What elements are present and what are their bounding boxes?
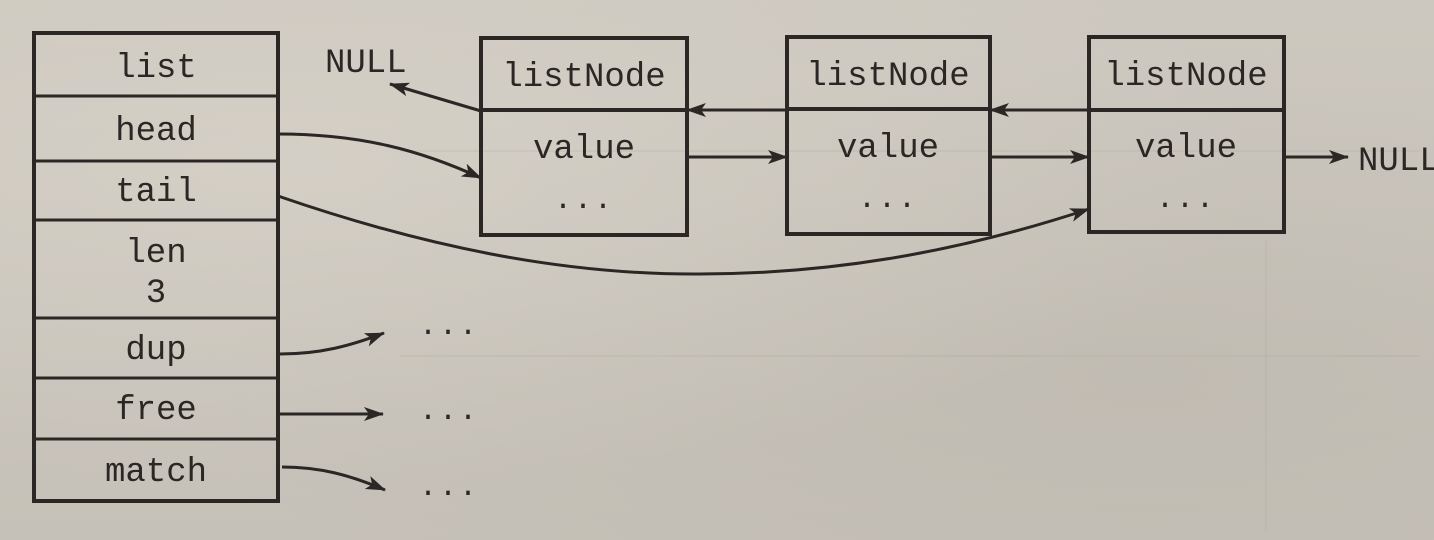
node-more: ... <box>554 184 614 218</box>
list-node-0: listNode value ... <box>479 36 689 237</box>
field-tail: tail <box>115 174 197 212</box>
field-list: list <box>115 50 197 88</box>
field-free: free <box>115 392 197 430</box>
null-left-label: NULL <box>325 45 407 83</box>
node-title: listNode <box>806 58 969 96</box>
node-value: value <box>533 131 635 169</box>
arrow-head-to-node0 <box>277 132 482 180</box>
arrow-dup <box>279 331 385 356</box>
match-target: ... <box>419 471 479 505</box>
field-len-value: 3 <box>146 275 166 313</box>
node-value: value <box>1135 130 1237 168</box>
linked-list-diagram: list head tail len 3 dup free match list… <box>32 31 1434 505</box>
arrow-node0-prev-null <box>389 82 482 113</box>
node-title: listNode <box>502 59 665 97</box>
node-title: listNode <box>1104 58 1267 96</box>
field-dup: dup <box>125 332 186 370</box>
node-more: ... <box>1156 183 1216 217</box>
list-struct: list head tail len 3 dup free match <box>32 31 280 503</box>
node-more: ... <box>858 183 918 217</box>
field-len: len <box>125 235 186 273</box>
null-right-label: NULL <box>1358 143 1434 181</box>
dup-target: ... <box>419 310 479 344</box>
field-head: head <box>115 113 197 151</box>
arrow-match <box>281 465 386 492</box>
node-value: value <box>837 130 939 168</box>
list-node-1: listNode value ... <box>785 35 992 236</box>
field-match: match <box>105 454 207 492</box>
free-target: ... <box>419 395 479 429</box>
list-node-2: listNode value ... <box>1087 35 1286 234</box>
